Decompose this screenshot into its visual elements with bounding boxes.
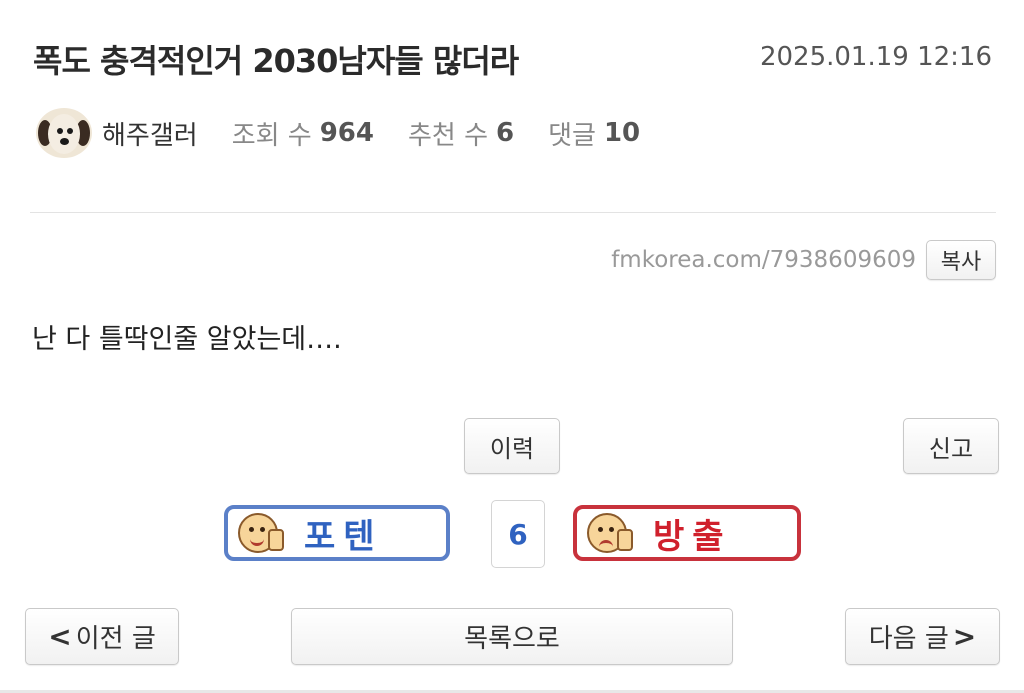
upvote-label: 포텐 (304, 516, 383, 557)
next-post-button[interactable]: 다음 글 > (845, 608, 1000, 665)
prev-post-button[interactable]: < 이전 글 (25, 608, 179, 665)
report-button[interactable]: 신고 (903, 418, 999, 474)
thumbs-down-smiley-icon (587, 513, 633, 553)
chevron-left-icon: < (48, 620, 72, 653)
post-meta: 해주갤러 조회 수 964 추천 수 6 댓글 10 (36, 108, 640, 158)
downvote-button[interactable]: 방출 (573, 505, 801, 561)
thumbs-up-smiley-icon (238, 513, 284, 553)
comments-label: 댓글 (548, 120, 596, 151)
views-label: 조회 수 (231, 120, 312, 151)
post-body: 난 다 틀딱인줄 알았는데…. (32, 324, 342, 355)
author-name[interactable]: 해주갤러 (102, 115, 198, 152)
back-to-list-button[interactable]: 목록으로 (291, 608, 733, 665)
chevron-right-icon: > (952, 620, 977, 653)
avatar[interactable] (36, 108, 92, 158)
post-url[interactable]: fmkorea.com/7938609609 (611, 247, 916, 273)
downvote-label: 방출 (653, 516, 732, 557)
recommend-label: 추천 수 (408, 120, 489, 151)
divider (30, 212, 996, 213)
vote-count: 6 (491, 500, 545, 568)
post-url-row: fmkorea.com/7938609609 복사 (611, 240, 996, 280)
recommend-count: 6 (496, 118, 515, 148)
copy-url-button[interactable]: 복사 (926, 240, 996, 280)
views-count: 964 (319, 118, 374, 148)
comments-count[interactable]: 10 (604, 118, 640, 148)
post-title: 폭도 충격적인거 2030남자들 많더라 (33, 42, 519, 80)
post-date: 2025.01.19 12:16 (759, 42, 992, 72)
next-post-label: 다음 글 (868, 624, 949, 654)
upvote-button[interactable]: 포텐 (224, 505, 450, 561)
prev-post-label: 이전 글 (75, 624, 156, 654)
history-button[interactable]: 이력 (464, 418, 560, 474)
